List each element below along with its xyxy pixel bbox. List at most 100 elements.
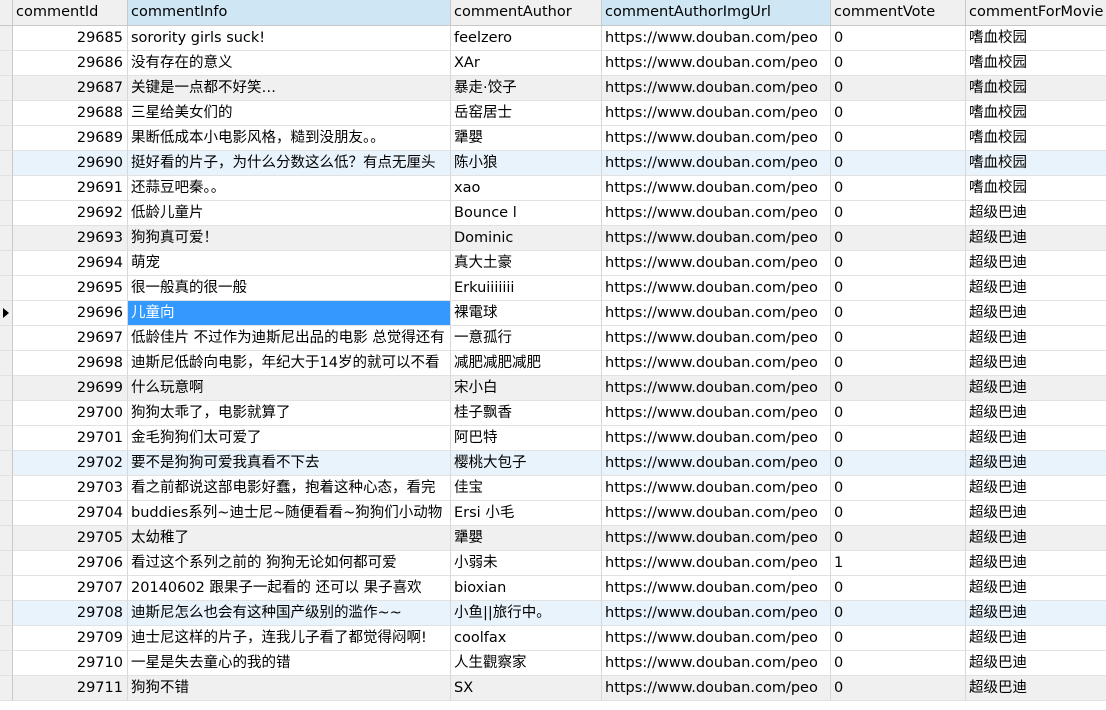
cell-commentVote[interactable]: 0 xyxy=(831,201,966,226)
table-row[interactable]: 29700 狗狗太乖了，电影就算了 桂子飘香 https://www.douban.c… xyxy=(0,401,1106,426)
cell-commentForMovie[interactable]: 超级巴迪 xyxy=(966,676,1106,701)
cell-commentForMovie[interactable]: 嗜血校园 xyxy=(966,151,1106,176)
cell-commentInfo[interactable]: 看过这个系列之前的 狗狗无论如何都可爱 xyxy=(128,551,451,576)
table-row[interactable]: 29705 太幼稚了 犟嬰 https://www.douban.com/peo 0 超级… xyxy=(0,526,1106,551)
cell-commentVote[interactable]: 0 xyxy=(831,426,966,451)
cell-commentId[interactable]: 29686 xyxy=(13,51,128,76)
cell-commentForMovie[interactable]: 超级巴迪 xyxy=(966,376,1106,401)
cell-commentId[interactable]: 29704 xyxy=(13,501,128,526)
cell-commentAuthorImgUrl[interactable]: https://www.douban.com/peo xyxy=(602,426,831,451)
cell-commentInfo[interactable]: 迪斯尼低龄向电影，年纪大于14岁的就可以不看 xyxy=(128,351,451,376)
cell-commentId[interactable]: 29703 xyxy=(13,476,128,501)
cell-commentAuthor[interactable]: 犟嬰 xyxy=(451,526,602,551)
row-header[interactable] xyxy=(0,651,13,676)
row-header[interactable] xyxy=(0,76,13,101)
cell-commentAuthor[interactable]: 佳宝 xyxy=(451,476,602,501)
cell-commentForMovie[interactable]: 超级巴迪 xyxy=(966,351,1106,376)
cell-commentId[interactable]: 29706 xyxy=(13,551,128,576)
column-header-commentId[interactable]: commentId xyxy=(13,0,128,25)
table-row[interactable]: 29702 要不是狗狗可爱我真看不下去 樱桃大包子 https://www.douba… xyxy=(0,451,1106,476)
cell-commentAuthor[interactable]: 陈小狼 xyxy=(451,151,602,176)
cell-commentInfo[interactable]: 低龄儿童片 xyxy=(128,201,451,226)
cell-commentVote[interactable]: 0 xyxy=(831,276,966,301)
row-header[interactable] xyxy=(0,576,13,601)
row-header[interactable] xyxy=(0,251,13,276)
row-header[interactable] xyxy=(0,351,13,376)
cell-commentAuthor[interactable]: xao xyxy=(451,176,602,201)
row-header[interactable] xyxy=(0,376,13,401)
cell-commentId[interactable]: 29698 xyxy=(13,351,128,376)
cell-commentVote[interactable]: 0 xyxy=(831,601,966,626)
table-row[interactable]: 29696 儿童向 裸電球 https://www.douban.com/peo 0 超级… xyxy=(0,301,1106,326)
cell-commentId[interactable]: 29694 xyxy=(13,251,128,276)
cell-commentId[interactable]: 29695 xyxy=(13,276,128,301)
row-header[interactable] xyxy=(0,301,13,326)
data-grid[interactable]: commentId commentInfo commentAuthor comm… xyxy=(0,0,1106,710)
cell-commentAuthorImgUrl[interactable]: https://www.douban.com/peo xyxy=(602,326,831,351)
cell-commentForMovie[interactable]: 超级巴迪 xyxy=(966,401,1106,426)
cell-commentForMovie[interactable]: 超级巴迪 xyxy=(966,576,1106,601)
cell-commentVote[interactable]: 0 xyxy=(831,301,966,326)
row-header[interactable] xyxy=(0,676,13,701)
cell-commentInfo[interactable]: 挺好看的片子，为什么分数这么低？有点无厘头 xyxy=(128,151,451,176)
cell-commentInfo[interactable]: 一星是失去童心的我的错 xyxy=(128,651,451,676)
table-row[interactable]: 29701 金毛狗狗们太可爱了 阿巴特 https://www.douban.com/… xyxy=(0,426,1106,451)
cell-commentInfo[interactable]: 萌宠 xyxy=(128,251,451,276)
row-header[interactable] xyxy=(0,151,13,176)
cell-commentAuthorImgUrl[interactable]: https://www.douban.com/peo xyxy=(602,251,831,276)
row-header[interactable] xyxy=(0,601,13,626)
cell-commentAuthorImgUrl[interactable]: https://www.douban.com/peo xyxy=(602,376,831,401)
table-row[interactable]: 29708 迪斯尼怎么也会有这种国产级别的滥作~~ 小鱼||旅行中。 https://… xyxy=(0,601,1106,626)
cell-commentForMovie[interactable]: 超级巴迪 xyxy=(966,526,1106,551)
cell-commentId[interactable]: 29690 xyxy=(13,151,128,176)
column-header-commentVote[interactable]: commentVote xyxy=(831,0,966,25)
cell-commentVote[interactable]: 0 xyxy=(831,151,966,176)
cell-commentForMovie[interactable]: 超级巴迪 xyxy=(966,626,1106,651)
table-row[interactable]: 29706 看过这个系列之前的 狗狗无论如何都可爱 小弱未 https://www.d… xyxy=(0,551,1106,576)
cell-commentAuthor[interactable]: 真大土豪 xyxy=(451,251,602,276)
cell-commentVote[interactable]: 0 xyxy=(831,451,966,476)
cell-commentForMovie[interactable]: 嗜血校园 xyxy=(966,101,1106,126)
row-header[interactable] xyxy=(0,176,13,201)
cell-commentId[interactable]: 29709 xyxy=(13,626,128,651)
cell-commentVote[interactable]: 0 xyxy=(831,376,966,401)
header-corner[interactable] xyxy=(0,0,13,25)
table-row[interactable]: 29703 看之前都说这部电影好蠢，抱着这种心态，看完 佳宝 https://www.… xyxy=(0,476,1106,501)
table-row[interactable]: 29687 关键是一点都不好笑… 暴走·饺子 https://www.douban.c… xyxy=(0,76,1106,101)
row-header[interactable] xyxy=(0,326,13,351)
cell-commentAuthorImgUrl[interactable]: https://www.douban.com/peo xyxy=(602,76,831,101)
cell-commentVote[interactable]: 0 xyxy=(831,476,966,501)
cell-commentAuthorImgUrl[interactable]: https://www.douban.com/peo xyxy=(602,501,831,526)
row-header[interactable] xyxy=(0,451,13,476)
cell-commentForMovie[interactable]: 超级巴迪 xyxy=(966,426,1106,451)
cell-commentAuthor[interactable]: 阿巴特 xyxy=(451,426,602,451)
column-header-commentAuthor[interactable]: commentAuthor xyxy=(451,0,602,25)
cell-commentInfo[interactable]: sorority girls suck! xyxy=(128,26,451,51)
column-header-commentForMovie[interactable]: commentForMovie xyxy=(966,0,1106,25)
table-row[interactable]: 29689 果断低成本小电影风格，糙到没朋友。。 犟嬰 https://www.dou… xyxy=(0,126,1106,151)
cell-commentAuthorImgUrl[interactable]: https://www.douban.com/peo xyxy=(602,301,831,326)
cell-commentAuthorImgUrl[interactable]: https://www.douban.com/peo xyxy=(602,26,831,51)
cell-commentAuthorImgUrl[interactable]: https://www.douban.com/peo xyxy=(602,276,831,301)
table-row[interactable]: 29691 还蒜豆吧秦。。 xao https://www.douban.com/pe… xyxy=(0,176,1106,201)
row-header[interactable] xyxy=(0,526,13,551)
cell-commentAuthorImgUrl[interactable]: https://www.douban.com/peo xyxy=(602,401,831,426)
cell-commentAuthorImgUrl[interactable]: https://www.douban.com/peo xyxy=(602,201,831,226)
row-header[interactable] xyxy=(0,626,13,651)
cell-commentInfo[interactable]: buddies系列~迪士尼~随便看看~狗狗们小动物 xyxy=(128,501,451,526)
cell-commentInfo[interactable]: 金毛狗狗们太可爱了 xyxy=(128,426,451,451)
cell-commentAuthor[interactable]: 人生觀察家 xyxy=(451,651,602,676)
cell-commentAuthorImgUrl[interactable]: https://www.douban.com/peo xyxy=(602,351,831,376)
cell-commentForMovie[interactable]: 嗜血校园 xyxy=(966,51,1106,76)
cell-commentVote[interactable]: 0 xyxy=(831,101,966,126)
column-header-commentAuthorImgUrl[interactable]: commentAuthorImgUrl xyxy=(602,0,831,25)
cell-commentInfo[interactable]: 关键是一点都不好笑… xyxy=(128,76,451,101)
cell-commentAuthorImgUrl[interactable]: https://www.douban.com/peo xyxy=(602,626,831,651)
cell-commentAuthor[interactable]: 一意孤行 xyxy=(451,326,602,351)
cell-commentAuthor[interactable]: Ersi 小毛 xyxy=(451,501,602,526)
cell-commentAuthor[interactable]: SX xyxy=(451,676,602,701)
cell-commentInfo[interactable]: 迪斯尼怎么也会有这种国产级别的滥作~~ xyxy=(128,601,451,626)
cell-commentAuthor[interactable]: 小弱未 xyxy=(451,551,602,576)
cell-commentId[interactable]: 29689 xyxy=(13,126,128,151)
cell-commentAuthor[interactable]: 樱桃大包子 xyxy=(451,451,602,476)
